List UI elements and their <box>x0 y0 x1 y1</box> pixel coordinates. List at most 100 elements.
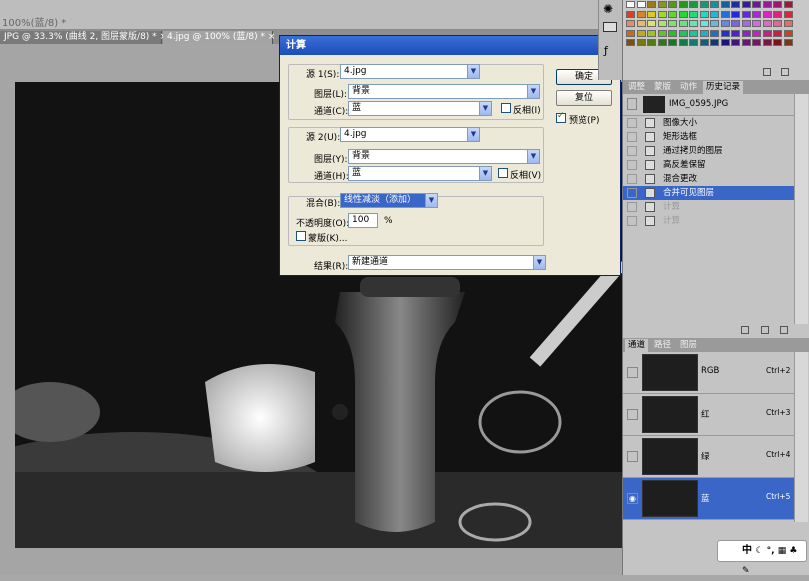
tab-adjustments[interactable]: 调整 <box>625 81 648 94</box>
mask-label[interactable]: 蒙版(K)... <box>308 231 348 244</box>
swatch[interactable] <box>636 1 646 8</box>
swatch[interactable] <box>668 20 677 27</box>
swatch[interactable] <box>689 29 698 37</box>
history-item[interactable]: 合并可见图层 <box>623 186 795 200</box>
doc-tab-2[interactable]: 4.jpg @ 100% (蓝/8) * × <box>163 31 276 44</box>
history-item[interactable]: 计算 <box>623 214 795 228</box>
history-brush-source[interactable] <box>627 146 637 156</box>
eye-icon[interactable] <box>627 409 638 420</box>
swatch[interactable] <box>731 29 740 37</box>
trash-icon[interactable] <box>781 68 789 76</box>
swatch[interactable] <box>636 29 646 37</box>
swatch[interactable] <box>647 20 656 27</box>
swatch[interactable] <box>657 10 667 18</box>
history-item[interactable]: 计算 <box>623 200 795 214</box>
swatch[interactable] <box>699 20 709 27</box>
swatch[interactable] <box>741 29 751 37</box>
eye-icon[interactable] <box>627 367 638 378</box>
close-icon[interactable]: × <box>268 32 276 42</box>
history-snapshot[interactable]: IMG_0595.JPG <box>623 94 795 116</box>
image-icon[interactable] <box>603 22 617 32</box>
swatch[interactable] <box>647 29 656 37</box>
tab-masks[interactable]: 蒙版 <box>651 81 674 94</box>
swatch[interactable] <box>752 20 761 27</box>
tab-layers[interactable]: 图层 <box>677 339 700 352</box>
new-swatch-icon[interactable] <box>763 68 771 76</box>
source1-channel-select[interactable]: 蓝 ▼ <box>348 101 492 116</box>
swatch[interactable] <box>731 39 740 46</box>
swatch[interactable] <box>657 20 667 27</box>
swatch[interactable] <box>657 29 667 37</box>
history-brush-source[interactable] <box>627 188 637 198</box>
history-item[interactable]: 矩形选框 <box>623 130 795 144</box>
swatch[interactable] <box>762 20 772 27</box>
swatch[interactable] <box>720 39 730 46</box>
channel-row[interactable]: 红 Ctrl+3 <box>623 394 795 436</box>
swatch[interactable] <box>678 1 688 8</box>
swatch[interactable] <box>731 1 740 8</box>
swatch[interactable] <box>636 10 646 18</box>
swatch[interactable] <box>647 39 656 46</box>
swatch[interactable] <box>626 10 635 18</box>
opacity-input[interactable]: 100 <box>348 213 378 228</box>
trash-icon[interactable] <box>780 326 788 334</box>
source2-channel-select[interactable]: 蓝 ▼ <box>348 166 492 181</box>
channels-scrollbar[interactable] <box>794 352 808 522</box>
swatch[interactable] <box>720 10 730 18</box>
history-scrollbar[interactable] <box>794 94 808 324</box>
swatch[interactable] <box>773 10 782 18</box>
swatch[interactable] <box>773 20 782 27</box>
swatch[interactable] <box>762 29 772 37</box>
swatch[interactable] <box>678 20 688 27</box>
swatch[interactable] <box>762 10 772 18</box>
swatch[interactable] <box>710 20 719 27</box>
tab-actions[interactable]: 动作 <box>677 81 700 94</box>
swatch[interactable] <box>668 39 677 46</box>
swatch[interactable] <box>720 20 730 27</box>
swatch[interactable] <box>710 39 719 46</box>
swatch[interactable] <box>783 20 793 27</box>
source2-invert-checkbox[interactable] <box>498 168 508 178</box>
swatch[interactable] <box>689 1 698 8</box>
blend-mode-select[interactable]: 线性减淡（添加） ▼ <box>340 193 438 208</box>
swatch[interactable] <box>752 39 761 46</box>
swatch[interactable] <box>678 29 688 37</box>
swatch[interactable] <box>668 10 677 18</box>
swatch[interactable] <box>636 20 646 27</box>
swatch[interactable] <box>731 10 740 18</box>
history-brush-source[interactable] <box>627 160 637 170</box>
swatch[interactable] <box>773 29 782 37</box>
source1-file-select[interactable]: 4.jpg ▼ <box>340 64 480 79</box>
source1-invert-checkbox[interactable] <box>501 103 511 113</box>
ime-toolbar[interactable]: 中 ☾ °, ▦ ♣ ✎ <box>717 540 807 576</box>
swatch[interactable] <box>783 1 793 8</box>
history-brush-source[interactable] <box>627 118 637 128</box>
history-brush-source[interactable] <box>627 202 637 212</box>
swatch[interactable] <box>699 39 709 46</box>
swatch[interactable] <box>710 29 719 37</box>
swatch[interactable] <box>689 39 698 46</box>
swatch[interactable] <box>626 20 635 27</box>
swatch[interactable] <box>668 29 677 37</box>
swatch[interactable] <box>783 10 793 18</box>
source2-layer-select[interactable]: 背景 ▼ <box>348 149 540 164</box>
snapshot-icon[interactable] <box>741 326 749 334</box>
tab-paths[interactable]: 路径 <box>651 339 674 352</box>
swatch[interactable] <box>699 29 709 37</box>
eye-icon[interactable]: ◉ <box>627 493 638 504</box>
swatch[interactable] <box>783 29 793 37</box>
swatch[interactable] <box>636 39 646 46</box>
swatch[interactable] <box>678 10 688 18</box>
channel-row[interactable]: 绿 Ctrl+4 <box>623 436 795 478</box>
history-brush-source[interactable] <box>627 132 637 142</box>
swatch[interactable] <box>657 1 667 8</box>
source1-layer-select[interactable]: 背景 ▼ <box>348 84 540 99</box>
swatch[interactable] <box>720 29 730 37</box>
swatch[interactable] <box>773 39 782 46</box>
source2-file-select[interactable]: 4.jpg ▼ <box>340 127 480 142</box>
swatches-icon[interactable]: ✺ <box>603 2 613 16</box>
history-item[interactable]: 通过拷贝的图层 <box>623 144 795 158</box>
history-item[interactable]: 混合更改 <box>623 172 795 186</box>
history-item[interactable]: 图像大小 <box>623 116 795 130</box>
swatch[interactable] <box>689 10 698 18</box>
